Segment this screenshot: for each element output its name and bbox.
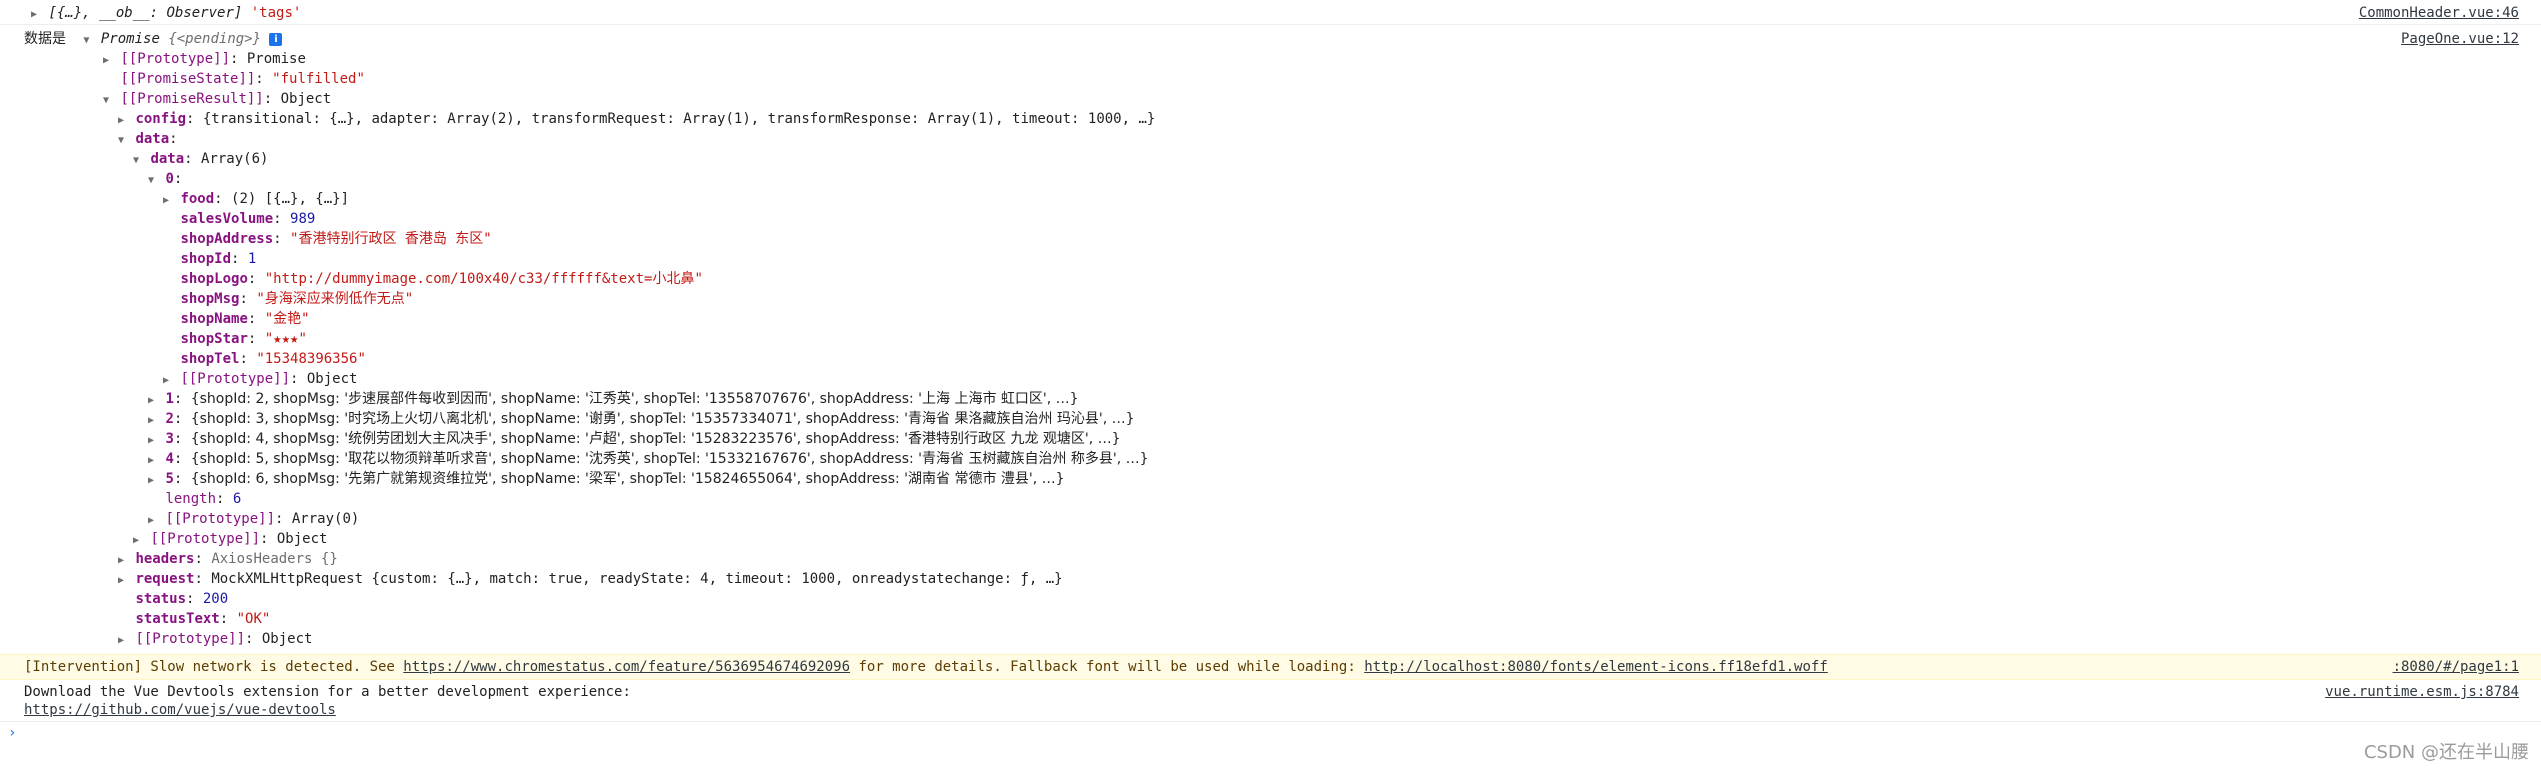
triangle-down-icon[interactable]: ▼ [145, 171, 157, 191]
tree-row-data-array[interactable]: ▼ data: Array(6) [0, 149, 2541, 169]
triangle-right-icon[interactable]: ▶ [160, 191, 172, 211]
tree-row-promise-result[interactable]: ▼ [[PromiseResult]]: Object [0, 89, 2541, 109]
tree-row-shopid: shopId: 1 [180, 251, 257, 267]
tree-row-status: status: 200 [135, 591, 229, 607]
tree-row-shopname: shopName: "金艳" [180, 311, 310, 327]
tree-row-statustext: statusText: "OK" [135, 611, 271, 627]
intervention-warning: [Intervention] Slow network is detected.… [0, 654, 2541, 680]
tree-row-headers[interactable]: ▶ headers: AxiosHeaders {} [0, 549, 2541, 569]
array-preview[interactable]: [{…}, __ob__: Observer] [48, 5, 242, 21]
prompt-divider [0, 721, 2541, 722]
source-link-page1[interactable]: :8080/#/page1:1 [2393, 655, 2519, 679]
console-message-promise: 数据是 ▼ Promise {<pending>} i PageOne.vue:… [0, 29, 2541, 49]
promise-name[interactable]: Promise [101, 31, 160, 47]
prompt-chevron-icon[interactable]: › [8, 725, 16, 741]
vue-devtools-link[interactable]: https://github.com/vuejs/vue-devtools [24, 702, 336, 718]
triangle-down-icon[interactable]: ▼ [130, 151, 142, 171]
info-icon[interactable]: i [269, 32, 283, 46]
tree-row-index-5[interactable]: ▶ 5: {shopId: 6, shopMsg: '先第广就第规资维拉党', … [0, 469, 2541, 489]
tree-row-length: length: 6 [165, 491, 242, 507]
tree-row-index-0[interactable]: ▼ 0: [0, 169, 2541, 189]
triangle-right-icon[interactable]: ▶ [145, 391, 157, 411]
triangle-down-icon[interactable]: ▼ [100, 91, 112, 111]
triangle-right-icon[interactable]: ▶ [145, 511, 157, 531]
log-label: 数据是 [24, 31, 66, 47]
font-link[interactable]: http://localhost:8080/fonts/element-icon… [1364, 659, 1828, 675]
triangle-right-icon[interactable]: ▶ [145, 451, 157, 471]
source-link-pageone[interactable]: PageOne.vue:12 [2401, 29, 2519, 49]
tree-row-salesvolume: salesVolume: 989 [180, 211, 316, 227]
triangle-right-icon[interactable]: ▶ [130, 531, 142, 551]
tags-string: 'tags' [250, 5, 302, 21]
triangle-right-icon[interactable]: ▶ [115, 551, 127, 571]
tree-row-prototype-array[interactable]: ▶ [[Prototype]]: Array(0) [0, 509, 2541, 529]
triangle-down-icon[interactable]: ▼ [80, 31, 92, 51]
triangle-right-icon[interactable]: ▶ [115, 111, 127, 131]
tree-row-shopmsg: shopMsg: "身海深应来例低作无点" [180, 291, 414, 307]
tree-row-index-4[interactable]: ▶ 4: {shopId: 5, shopMsg: '取花以物须辩革听求音', … [0, 449, 2541, 469]
tree-row-shoplogo: shopLogo: "http://dummyimage.com/100x40/… [180, 271, 703, 287]
triangle-right-icon[interactable]: ▶ [160, 371, 172, 391]
tree-row-prototype-object-0[interactable]: ▶ [[Prototype]]: Object [0, 369, 2541, 389]
devtools-link-row: https://github.com/vuejs/vue-devtools [0, 700, 2541, 720]
tree-row-prototype-data[interactable]: ▶ [[Prototype]]: Object [0, 529, 2541, 549]
triangle-right-icon[interactable]: ▶ [145, 431, 157, 451]
triangle-right-icon[interactable]: ▶ [145, 471, 157, 491]
tree-row-index-1[interactable]: ▶ 1: {shopId: 2, shopMsg: '步速展部件每收到因而', … [0, 389, 2541, 409]
triangle-right-icon[interactable]: ▶ [115, 571, 127, 591]
devtools-message: Download the Vue Devtools extension for … [24, 682, 2519, 702]
tree-row-prototype-promise[interactable]: ▶ [[Prototype]]: Promise [0, 49, 2541, 69]
console-message-tags: ▶ [{…}, __ob__: Observer] 'tags' CommonH… [0, 3, 2541, 23]
tree-row-config[interactable]: ▶ config: {transitional: {…}, adapter: A… [0, 109, 2541, 129]
tree-row-shopstar: shopStar: "★★★" [180, 331, 307, 347]
triangle-right-icon[interactable]: ▶ [100, 51, 112, 71]
triangle-right-icon[interactable]: ▶ [28, 5, 40, 25]
tree-row-food[interactable]: ▶ food: (2) [{…}, {…}] [0, 189, 2541, 209]
promise-pending: {<pending>} [168, 31, 262, 47]
source-link-vue-runtime[interactable]: vue.runtime.esm.js:8784 [2325, 682, 2519, 702]
triangle-right-icon[interactable]: ▶ [145, 411, 157, 431]
message-divider [0, 24, 2541, 25]
tree-row-request[interactable]: ▶ request: MockXMLHttpRequest {custom: {… [0, 569, 2541, 589]
triangle-right-icon[interactable]: ▶ [115, 631, 127, 651]
watermark: CSDN @还在半山腰 [2363, 742, 2529, 763]
triangle-down-icon[interactable]: ▼ [115, 131, 127, 151]
tree-row-index-3[interactable]: ▶ 3: {shopId: 4, shopMsg: '统例劳团划大主风决手', … [0, 429, 2541, 449]
tree-row-promise-state: [[PromiseState]]: "fulfilled" [120, 71, 365, 87]
tree-row-prototype-result[interactable]: ▶ [[Prototype]]: Object [0, 629, 2541, 649]
tree-row-data[interactable]: ▼ data: [0, 129, 2541, 149]
source-link-commonheader[interactable]: CommonHeader.vue:46 [2359, 3, 2519, 23]
tree-row-index-2[interactable]: ▶ 2: {shopId: 3, shopMsg: '时究场上火切八离北机', … [0, 409, 2541, 429]
tree-row-shoptel: shopTel: "15348396356" [180, 351, 366, 367]
tree-row-shopaddress: shopAddress: "香港特别行政区 香港岛 东区" [180, 231, 492, 247]
chromestatus-link[interactable]: https://www.chromestatus.com/feature/563… [403, 659, 850, 675]
